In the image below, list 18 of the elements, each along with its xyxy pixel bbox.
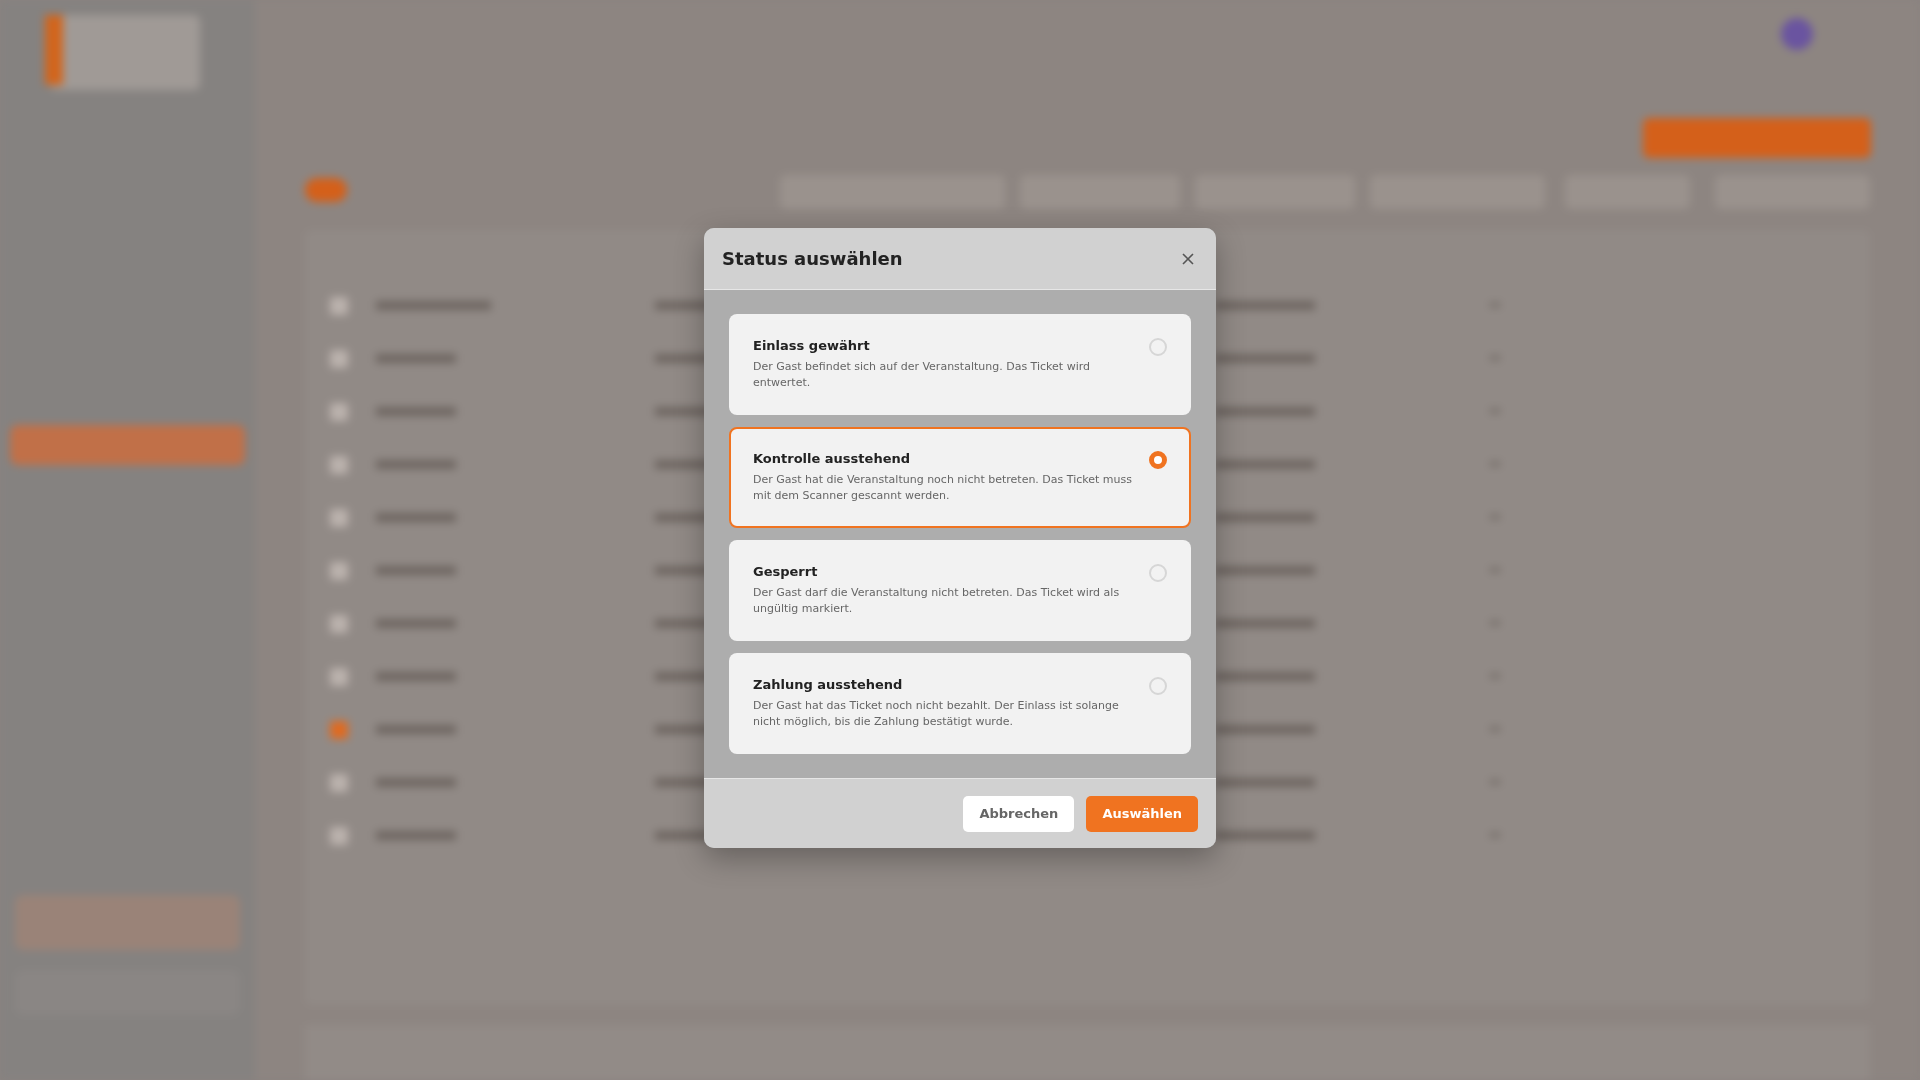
option-description: Der Gast hat das Ticket noch nicht bezahlt. Der Einlass ist solange nicht möglich, bis die Zahlung bestätigt wurde. bbox=[753, 698, 1120, 730]
radio-button[interactable] bbox=[1149, 677, 1167, 695]
cancel-button[interactable]: Abbrechen bbox=[963, 795, 1075, 832]
option-description: Der Gast befindet sich auf der Veranstaltung. Das Ticket wird entwertet. bbox=[753, 359, 1091, 391]
status-option[interactable]: Zahlung ausstehend Der Gast hat das Ticket noch nicht bezahlt. Der Einlass ist solange nicht möglich, bis die Zahlung bestätigt wurde. bbox=[729, 653, 1191, 754]
status-option[interactable]: Einlass gewährt Der Gast befindet sich auf der Veranstaltung. Das Ticket wird entwertet. bbox=[729, 314, 1191, 415]
status-option[interactable]: Gesperrt Der Gast darf die Veranstaltung nicht betreten. Das Ticket wird als ungültig markiert. bbox=[729, 540, 1191, 641]
dialog-title: Status auswählen bbox=[722, 248, 903, 269]
option-label: Kontrolle ausstehend bbox=[753, 451, 911, 466]
option-label: Zahlung ausstehend bbox=[753, 677, 904, 692]
radio-button[interactable] bbox=[1149, 564, 1167, 582]
option-description: Der Gast darf die Veranstaltung nicht betreten. Das Ticket wird als ungültig markiert. bbox=[753, 585, 1121, 617]
option-label: Einlass gewährt bbox=[753, 338, 871, 353]
status-option[interactable]: Kontrolle ausstehend Der Gast hat die Veranstaltung noch nicht betreten. Das Ticket muss mit dem Scanner gescannt werden. bbox=[729, 427, 1191, 528]
option-description: Der Gast hat die Veranstaltung noch nicht betreten. Das Ticket muss mit dem Scanner gescannt werden. bbox=[753, 472, 1133, 504]
option-label: Gesperrt bbox=[753, 564, 819, 579]
radio-button[interactable] bbox=[1149, 451, 1167, 469]
radio-button[interactable] bbox=[1149, 338, 1167, 356]
